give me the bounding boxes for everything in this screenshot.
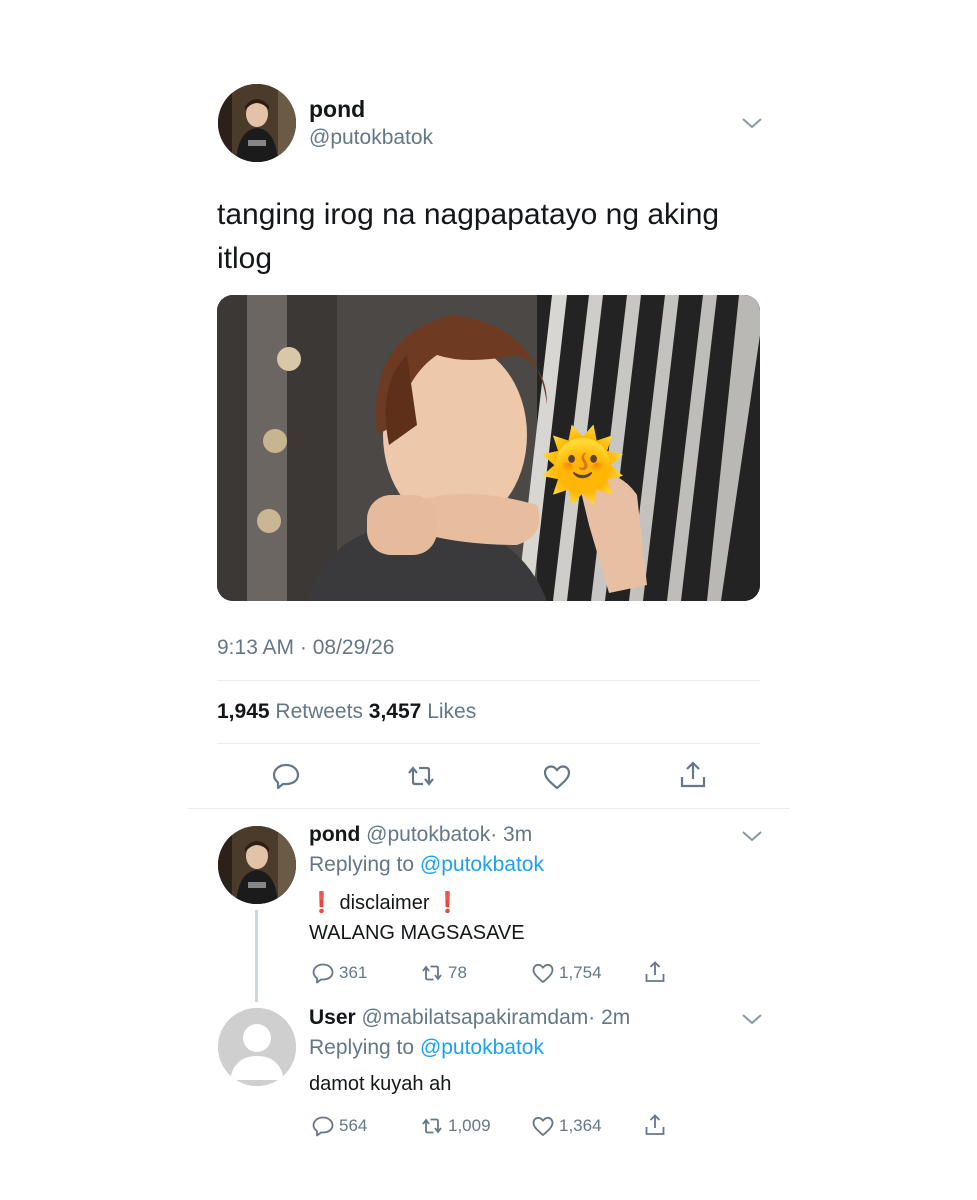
like-count: 1,364 — [559, 1116, 602, 1135]
chevron-down-icon[interactable] — [741, 829, 763, 843]
retweet-action[interactable]: 78 — [420, 961, 467, 985]
like-count: 1,754 — [559, 963, 602, 982]
like-action[interactable]: 1,364 — [531, 1114, 602, 1138]
tweet-timestamp[interactable]: 9:13 AM · 08/29/26 — [217, 636, 394, 660]
replying-to-label: Replying to — [309, 1036, 415, 1059]
reply-text-line: ❗ disclaimer ❗ — [309, 892, 460, 914]
reply-text-line: damot kuyah ah — [309, 1073, 452, 1095]
replying-to-label: Replying to — [309, 853, 415, 876]
thread-line — [255, 910, 258, 1002]
share-icon[interactable] — [643, 960, 667, 984]
reply-icon[interactable] — [271, 761, 301, 791]
chevron-down-icon[interactable] — [741, 116, 763, 130]
avatar[interactable] — [218, 826, 296, 904]
tweet-text: tanging irog na nagpapatayo ng aking itl… — [217, 198, 720, 275]
reply-icon[interactable] — [311, 961, 335, 985]
reply-icon[interactable] — [311, 1114, 335, 1138]
like-icon[interactable] — [531, 961, 555, 985]
display-name[interactable]: User — [309, 1006, 356, 1029]
retweet-icon[interactable] — [420, 961, 444, 985]
reply-action[interactable]: 564 — [311, 1114, 367, 1138]
reply-text-line: WALANG MAGSASAVE — [309, 922, 525, 944]
display-name[interactable]: pond — [309, 823, 360, 846]
share-icon[interactable] — [678, 760, 708, 790]
handle[interactable]: @putokbatok — [309, 126, 433, 150]
reply-header: User @mabilatsapakiramdam· 2m — [309, 1006, 630, 1030]
divider — [188, 808, 790, 809]
share-icon[interactable] — [643, 1113, 667, 1137]
divider — [217, 743, 760, 744]
replying-to: Replying to @putokbatok — [309, 1036, 544, 1060]
reply-time[interactable]: · 2m — [588, 1006, 630, 1029]
display-name[interactable]: pond — [309, 96, 365, 123]
retweets-label[interactable]: Retweets — [275, 700, 363, 723]
avatar[interactable] — [218, 84, 296, 162]
like-action[interactable]: 1,754 — [531, 961, 602, 985]
retweet-count: 1,009 — [448, 1116, 491, 1135]
likes-count[interactable]: 3,457 — [369, 700, 422, 723]
divider — [217, 680, 760, 681]
handle[interactable]: @mabilatsapakiramdam — [362, 1006, 589, 1029]
replying-to-handle[interactable]: @putokbatok — [420, 1036, 544, 1059]
chevron-down-icon[interactable] — [741, 1012, 763, 1026]
retweet-action[interactable]: 1,009 — [420, 1114, 491, 1138]
reply-time[interactable]: · 3m — [490, 823, 532, 846]
tweet-stats: 1,945 Retweets 3,457 Likes — [217, 700, 476, 724]
like-icon[interactable] — [531, 1114, 555, 1138]
reply-count: 564 — [339, 1116, 368, 1135]
default-avatar-icon[interactable] — [218, 1008, 296, 1086]
sun-face-emoji: 🌞 — [539, 426, 627, 504]
likes-label[interactable]: Likes — [427, 700, 476, 723]
reply-header: pond @putokbatok· 3m — [309, 823, 532, 847]
retweet-icon[interactable] — [406, 761, 436, 791]
reply-action[interactable]: 361 — [311, 961, 367, 985]
replying-to-handle[interactable]: @putokbatok — [420, 853, 544, 876]
retweet-icon[interactable] — [420, 1114, 444, 1138]
reply-count: 361 — [339, 963, 368, 982]
retweets-count[interactable]: 1,945 — [217, 700, 270, 723]
tweet-photo[interactable]: 🌞 — [217, 295, 760, 601]
retweet-count: 78 — [448, 963, 467, 982]
handle[interactable]: @putokbatok — [366, 823, 490, 846]
like-icon[interactable] — [542, 762, 572, 792]
replying-to: Replying to @putokbatok — [309, 853, 544, 877]
